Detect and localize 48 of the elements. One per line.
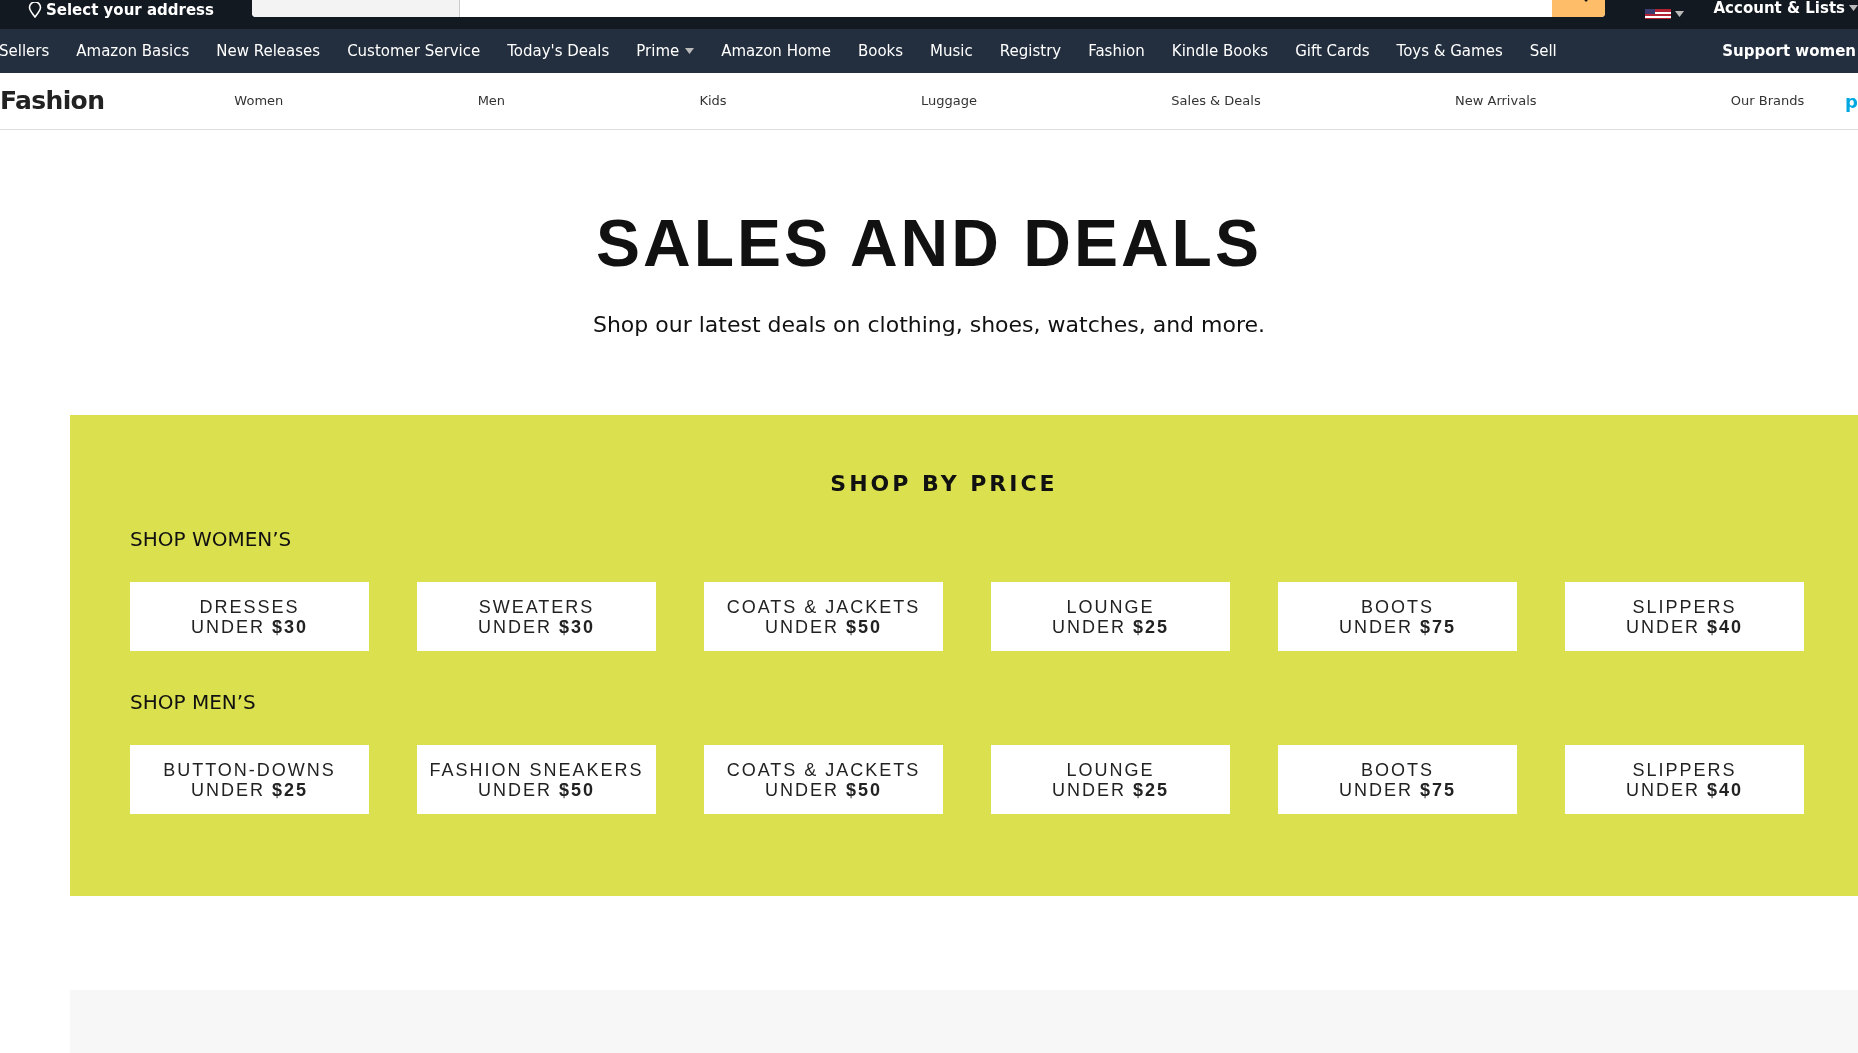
nav-link[interactable]: Books — [857, 39, 904, 63]
fashion-logo[interactable]: Fashion — [0, 82, 105, 120]
price-tile[interactable]: BUTTON-DOWNS UNDER $25 — [130, 745, 369, 814]
nav-link[interactable]: Toys & Games — [1396, 39, 1503, 63]
category-link[interactable]: Sales & Deals — [1171, 91, 1261, 111]
price-tile[interactable]: COATS & JACKETS UNDER $50 — [704, 745, 943, 814]
account-menu[interactable]: Account & Lists — [1713, 0, 1858, 19]
price-tile[interactable]: SWEATERS UNDER $30 — [417, 582, 656, 651]
category-link[interactable]: Kids — [699, 91, 727, 111]
price-tile[interactable]: SLIPPERS UNDER $40 — [1565, 582, 1804, 651]
category-link[interactable]: New Arrivals — [1455, 91, 1537, 111]
nav-link[interactable]: Sell — [1529, 39, 1557, 63]
nav-link[interactable]: Prime — [636, 39, 695, 63]
nav-link[interactable]: Amazon Basics — [76, 39, 190, 63]
price-tile[interactable]: FASHION SNEAKERS UNDER $50 — [417, 745, 656, 814]
page-title: SALES AND DEALS — [596, 210, 1262, 276]
price-tile[interactable]: LOUNGE UNDER $25 — [991, 745, 1230, 814]
caret-icon — [1674, 11, 1684, 17]
promo-link[interactable]: Support women — [1722, 39, 1856, 63]
nav-link[interactable]: Today's Deals — [507, 39, 610, 63]
nav-link[interactable]: Amazon Home — [721, 39, 831, 63]
category-link[interactable]: Women — [234, 91, 284, 111]
price-tile[interactable]: COATS & JACKETS UNDER $50 — [704, 582, 943, 651]
price-tile[interactable]: BOOTS UNDER $75 — [1278, 582, 1517, 651]
nav-link[interactable]: Customer Service — [347, 39, 481, 63]
category-link[interactable]: Luggage — [920, 91, 977, 111]
nav-link[interactable]: Sellers — [0, 39, 50, 63]
price-tile[interactable]: BOOTS UNDER $75 — [1278, 745, 1517, 814]
page-subtitle: Shop our latest deals on clothing, shoes, watches, and more. — [592, 311, 1266, 339]
flag-icon — [1644, 9, 1671, 19]
nav-link[interactable]: Gift Cards — [1295, 39, 1370, 63]
group-heading: SHOP MEN’S — [130, 689, 257, 716]
nav-link[interactable]: Music — [930, 39, 973, 63]
price-tile[interactable]: SLIPPERS UNDER $40 — [1565, 745, 1804, 814]
nav-link[interactable]: Fashion — [1088, 39, 1145, 63]
price-tile[interactable]: LOUNGE UNDER $25 — [991, 582, 1230, 651]
group-heading: SHOP WOMEN’S — [130, 526, 293, 553]
nav-link[interactable]: Registry — [999, 39, 1062, 63]
category-link[interactable]: Our Brands — [1730, 91, 1805, 111]
section-title: SHOP BY PRICE — [829, 470, 1059, 498]
category-link[interactable]: Men — [477, 91, 506, 111]
address-link[interactable]: Select your address — [46, 0, 214, 21]
location-pin-icon — [28, 1, 42, 18]
nav-link[interactable]: New Releases — [216, 39, 321, 63]
price-tile[interactable]: DRESSES UNDER $30 — [130, 582, 369, 651]
nav-link[interactable]: Kindle Books — [1171, 39, 1269, 63]
language-selector[interactable] — [1644, 9, 1684, 19]
caret-icon — [1849, 4, 1858, 11]
